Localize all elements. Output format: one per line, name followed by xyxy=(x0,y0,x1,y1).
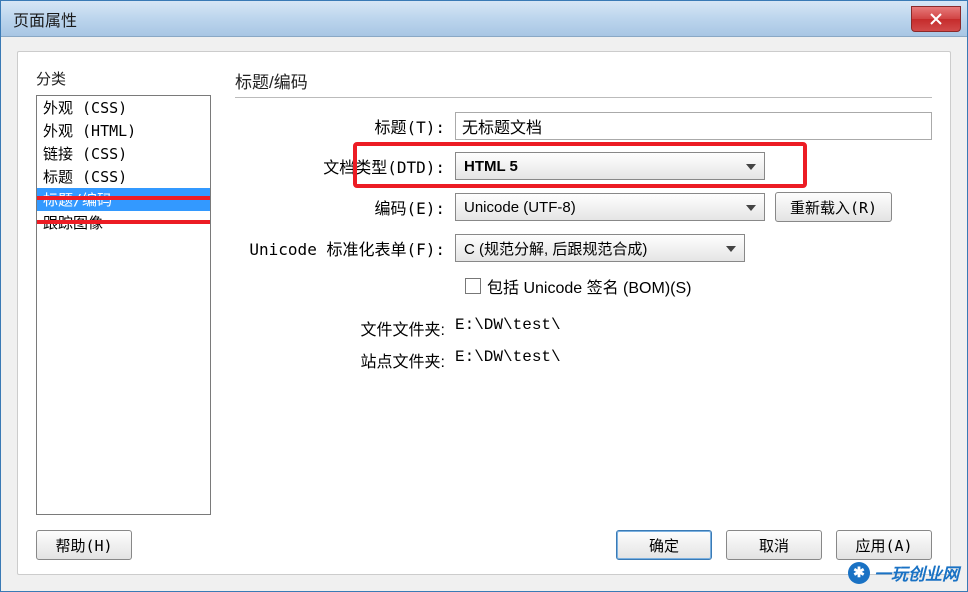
close-button[interactable] xyxy=(911,6,961,32)
ok-button[interactable]: 确定 xyxy=(616,530,712,560)
titlebar: 页面属性 xyxy=(1,1,967,37)
help-button[interactable]: 帮助(H) xyxy=(36,530,132,560)
dialog-window: 页面属性 分类 外观 (CSS) 外观 (HTML) 链接 (CSS) 标题 (… xyxy=(0,0,968,592)
cancel-button[interactable]: 取消 xyxy=(726,530,822,560)
category-list[interactable]: 外观 (CSS) 外观 (HTML) 链接 (CSS) 标题 (CSS) 标题/… xyxy=(36,95,211,515)
bom-checkbox[interactable] xyxy=(465,278,481,294)
close-icon xyxy=(930,13,942,25)
button-group-right: 确定 取消 应用(A) xyxy=(616,530,932,560)
row-bom: 包括 Unicode 签名 (BOM)(S) xyxy=(465,274,932,298)
category-item-links-css[interactable]: 链接 (CSS) xyxy=(37,142,210,165)
row-site-folder: 站点文件夹: E:\DW\test\ xyxy=(235,348,932,372)
normalization-label: Unicode 标准化表单(F): xyxy=(235,236,455,260)
dtd-dropdown[interactable]: HTML 5 xyxy=(455,152,765,180)
window-title: 页面属性 xyxy=(13,7,77,31)
panel-heading: 标题/编码 xyxy=(235,68,932,93)
category-item-tracing-image[interactable]: 跟踪图像 xyxy=(37,211,210,234)
category-column: 分类 外观 (CSS) 外观 (HTML) 链接 (CSS) 标题 (CSS) … xyxy=(36,68,211,510)
row-dtd: 文档类型(DTD): HTML 5 xyxy=(235,152,932,180)
category-label: 分类 xyxy=(36,68,211,89)
row-file-folder: 文件文件夹: E:\DW\test\ xyxy=(235,316,932,340)
title-input[interactable] xyxy=(455,112,932,140)
category-item-title-encoding[interactable]: 标题/编码 xyxy=(37,188,210,211)
title-label: 标题(T): xyxy=(235,114,455,138)
dialog-button-bar: 帮助(H) 确定 取消 应用(A) xyxy=(36,530,932,560)
row-encoding: 编码(E): Unicode (UTF-8) 重新载入(R) xyxy=(235,192,932,222)
settings-panel: 标题/编码 标题(T): 文档类型(DTD): HTML 5 编码(E): Un… xyxy=(235,68,932,510)
bom-label: 包括 Unicode 签名 (BOM)(S) xyxy=(487,274,691,298)
normalization-dropdown[interactable]: C (规范分解, 后跟规范合成) xyxy=(455,234,745,262)
category-item-appearance-html[interactable]: 外观 (HTML) xyxy=(37,119,210,142)
apply-button[interactable]: 应用(A) xyxy=(836,530,932,560)
file-folder-label: 文件文件夹: xyxy=(235,316,455,340)
reload-button[interactable]: 重新载入(R) xyxy=(775,192,892,222)
row-normalization: Unicode 标准化表单(F): C (规范分解, 后跟规范合成) xyxy=(235,234,932,262)
dtd-label: 文档类型(DTD): xyxy=(235,154,455,178)
encoding-label: 编码(E): xyxy=(235,195,455,219)
row-title: 标题(T): xyxy=(235,112,932,140)
dtd-value: HTML 5 xyxy=(464,158,518,175)
site-folder-label: 站点文件夹: xyxy=(235,348,455,372)
encoding-value: Unicode (UTF-8) xyxy=(464,199,576,216)
category-item-headings-css[interactable]: 标题 (CSS) xyxy=(37,165,210,188)
file-folder-value: E:\DW\test\ xyxy=(455,316,561,340)
encoding-dropdown[interactable]: Unicode (UTF-8) xyxy=(455,193,765,221)
dialog-inner: 分类 外观 (CSS) 外观 (HTML) 链接 (CSS) 标题 (CSS) … xyxy=(17,51,951,575)
site-folder-value: E:\DW\test\ xyxy=(455,348,561,372)
dialog-body: 分类 外观 (CSS) 外观 (HTML) 链接 (CSS) 标题 (CSS) … xyxy=(1,37,967,591)
panel-divider xyxy=(235,97,932,98)
category-item-appearance-css[interactable]: 外观 (CSS) xyxy=(37,96,210,119)
normalization-value: C (规范分解, 后跟规范合成) xyxy=(464,238,647,259)
